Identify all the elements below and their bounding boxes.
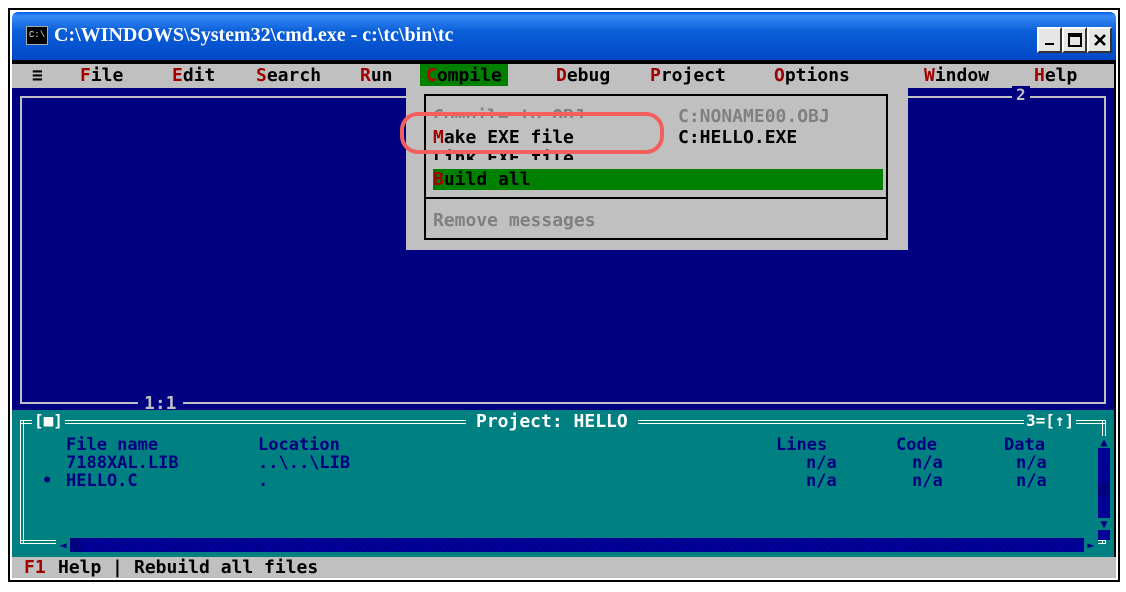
column-header-file-name: File name xyxy=(66,435,159,455)
menu-edit[interactable]: Edit xyxy=(172,64,215,88)
menu-options[interactable]: Options xyxy=(774,64,850,88)
menu-options-hotkey: O xyxy=(774,65,785,86)
editor-window-number: 2 xyxy=(1012,86,1030,104)
project-window[interactable] xyxy=(12,410,1114,557)
menu-item-build-all[interactable]: Build all xyxy=(433,169,883,190)
project-close-box[interactable]: [■] xyxy=(32,412,65,430)
project-row-code: n/a xyxy=(912,453,943,473)
menu-edit-hotkey: E xyxy=(172,65,183,86)
cmd-icon: C:\ xyxy=(26,26,48,45)
scroll-up-arrow-icon[interactable]: ▲ xyxy=(1098,436,1110,448)
menu-edit-label: dit xyxy=(182,65,216,86)
menu-options-label: ptions xyxy=(784,65,850,86)
menu-help[interactable]: Help xyxy=(1034,64,1077,88)
menu-project-hotkey: P xyxy=(650,65,661,86)
menu-debug[interactable]: Debug xyxy=(556,64,610,88)
menu-debug-label: ebug xyxy=(566,65,611,86)
project-title: Project: HELLO xyxy=(466,412,638,432)
minimize-button[interactable] xyxy=(1037,27,1062,53)
menu-help-label: elp xyxy=(1044,65,1078,86)
close-icon xyxy=(1093,34,1106,46)
menu-item-remove-messages[interactable]: Remove messages xyxy=(433,210,596,231)
menu-compile-label: ompile xyxy=(436,65,502,86)
vertical-scroll-thumb[interactable] xyxy=(1098,482,1110,496)
annotation-highlight xyxy=(400,112,664,154)
menu-project[interactable]: Project xyxy=(650,64,726,88)
column-header-lines: Lines xyxy=(776,435,828,455)
menu-file-label: ile xyxy=(90,65,124,86)
menu-file-hotkey: F xyxy=(80,65,91,86)
column-header-location: Location xyxy=(258,435,340,455)
status-help[interactable]: Help xyxy=(58,557,101,578)
project-row-marker: • xyxy=(42,471,53,491)
menu-search-label: earch xyxy=(266,65,322,86)
window-title: C:\WINDOWS\System32\cmd.exe - c:\tc\bin\… xyxy=(54,24,454,46)
maximize-icon xyxy=(1067,33,1082,47)
column-header-code: Code xyxy=(896,435,937,455)
system-menu[interactable]: ≡ xyxy=(32,64,43,88)
project-row-data: n/a xyxy=(1016,453,1047,473)
project-row-location: . xyxy=(258,471,269,491)
menu-compile-hotkey: C xyxy=(426,65,437,86)
make-exe-target: C:HELLO.EXE xyxy=(678,127,798,148)
minimize-icon xyxy=(1044,43,1054,45)
dropdown-separator xyxy=(426,197,886,199)
menu-file[interactable]: File xyxy=(80,64,123,88)
menu-project-label: roject xyxy=(660,65,726,86)
project-row-data: n/a xyxy=(1016,471,1047,491)
scroll-left-arrow-icon[interactable]: ◄ xyxy=(56,538,70,552)
menu-run-label: un xyxy=(370,65,393,86)
menu-window-hotkey: W xyxy=(924,65,935,86)
compile-obj-target: C:NONAME00.OBJ xyxy=(678,106,830,127)
status-message: Rebuild all files xyxy=(134,557,319,578)
project-row-file[interactable]: 7188XAL.LIB xyxy=(66,454,179,472)
menu-run[interactable]: Run xyxy=(360,64,393,88)
menu-search[interactable]: Search xyxy=(256,64,321,88)
project-row-lines: n/a xyxy=(806,471,837,491)
menu-run-hotkey: R xyxy=(360,65,371,86)
scroll-right-arrow-icon[interactable]: ► xyxy=(1084,538,1098,552)
status-key-f1[interactable]: F1 xyxy=(24,557,46,578)
menu-help-hotkey: H xyxy=(1034,65,1045,86)
project-row-code: n/a xyxy=(912,471,943,491)
menu-window[interactable]: Window xyxy=(924,64,989,88)
horizontal-scroll-thumb[interactable] xyxy=(70,538,82,552)
menu-debug-hotkey: D xyxy=(556,65,567,86)
project-row-location: ..\..\LIB xyxy=(258,453,351,473)
column-header-data: Data xyxy=(1004,435,1045,455)
project-row-file[interactable]: HELLO.C xyxy=(66,472,138,490)
build-all-hotkey: B xyxy=(433,169,444,190)
title-bar[interactable]: C:\ C:\WINDOWS\System32\cmd.exe - c:\tc\… xyxy=(12,12,1116,60)
project-row-lines: n/a xyxy=(806,453,837,473)
menu-window-label: indow xyxy=(934,65,990,86)
maximize-button[interactable] xyxy=(1062,27,1087,53)
build-all-label: uild all xyxy=(443,169,531,190)
close-button[interactable] xyxy=(1087,27,1112,53)
project-frame-left xyxy=(20,420,24,544)
menu-search-hotkey: S xyxy=(256,65,267,86)
scroll-down-arrow-icon[interactable]: ▼ xyxy=(1098,518,1110,530)
menu-compile[interactable]: Compile xyxy=(420,64,508,88)
project-window-number[interactable]: 3=[↑] xyxy=(1024,412,1077,430)
status-separator: | xyxy=(112,557,123,578)
horizontal-scrollbar[interactable] xyxy=(70,538,1090,552)
